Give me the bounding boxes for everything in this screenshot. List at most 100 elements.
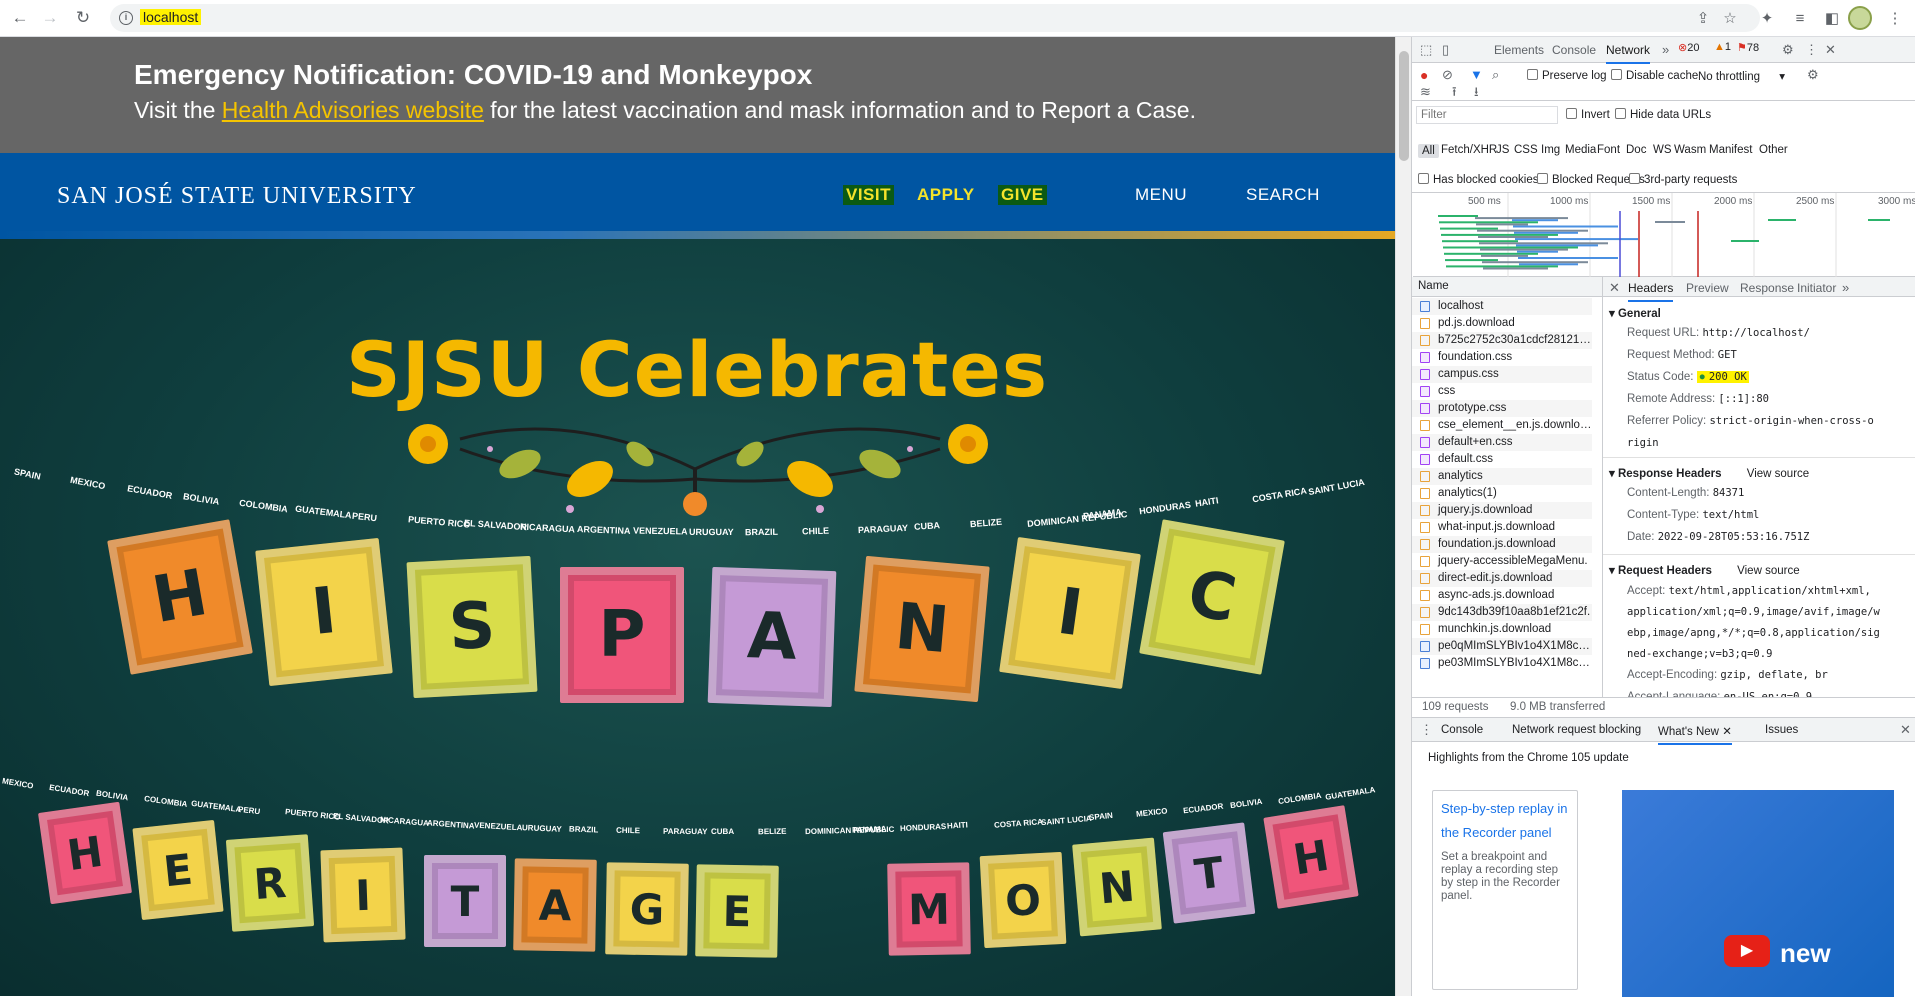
request-row[interactable]: foundation.js.download (1412, 536, 1592, 553)
request-row[interactable]: prototype.css (1412, 400, 1592, 417)
visit-link[interactable]: VISIT (843, 185, 895, 205)
type-filter-wasm[interactable]: Wasm (1674, 144, 1706, 156)
tab-network[interactable]: Network (1606, 43, 1651, 64)
blocked-requests-box[interactable] (1537, 173, 1548, 184)
request-row[interactable]: pe0qMImSLYBIv1o4X1M8cce. (1412, 638, 1592, 655)
request-row[interactable]: localhost (1412, 298, 1592, 315)
request-headers-section-header[interactable]: ▾ Request Headers View source (1609, 563, 1800, 577)
general-section-header[interactable]: ▾ General (1609, 306, 1661, 320)
hide-data-urls-checkbox[interactable]: Hide data URLs (1615, 108, 1711, 121)
type-filter-fetchxhr[interactable]: Fetch/XHR (1441, 144, 1497, 156)
error-count-badge[interactable]: ⊗20 (1678, 41, 1699, 54)
drawer-tab-issues[interactable]: Issues (1765, 724, 1798, 736)
side-panel-icon[interactable]: ◧ (1822, 9, 1842, 29)
page-scrollbar-thumb[interactable] (1399, 51, 1409, 161)
request-row[interactable]: direct-edit.js.download (1412, 570, 1592, 587)
tab-response[interactable]: Response (1740, 281, 1794, 295)
apply-link[interactable]: APPLY (917, 185, 975, 205)
issues-count-badge[interactable]: ⚑78 (1737, 41, 1759, 54)
search-button[interactable]: SEARCH (1246, 185, 1320, 205)
info-icon[interactable]: i (119, 11, 133, 25)
type-filter-other[interactable]: Other (1759, 144, 1788, 156)
request-row[interactable]: cse_element__en.js.download (1412, 417, 1592, 434)
request-row[interactable]: campus.css (1412, 366, 1592, 383)
type-filter-css[interactable]: CSS (1514, 144, 1538, 156)
request-row[interactable]: what-input.js.download (1412, 519, 1592, 536)
type-filter-img[interactable]: Img (1541, 144, 1560, 156)
drawer-tab-whats-new[interactable]: What's New ✕ (1658, 724, 1732, 745)
more-tabs-icon[interactable]: » (1662, 43, 1669, 57)
preserve-log-box[interactable] (1527, 69, 1538, 80)
filter-input[interactable] (1416, 106, 1558, 124)
response-headers-section-header[interactable]: ▾ Response Headers View source (1609, 466, 1809, 480)
devtools-menu-icon[interactable]: ⋮ (1805, 43, 1818, 57)
drawer-tab-console[interactable]: Console (1441, 724, 1483, 736)
settings-gear-icon[interactable]: ⚙ (1782, 43, 1794, 57)
profile-avatar[interactable] (1848, 6, 1872, 30)
third-party-checkbox[interactable]: 3rd-party requests (1629, 173, 1737, 186)
device-toolbar-icon[interactable]: ▯ (1442, 43, 1449, 57)
whats-new-video-thumbnail[interactable]: ▶ new (1622, 790, 1894, 997)
request-row[interactable]: foundation.css (1412, 349, 1592, 366)
request-row[interactable]: pe03MImSLYBIv1o4X1M8cc9i (1412, 655, 1592, 672)
network-timeline-overview[interactable]: 500 ms 1000 ms 1500 ms 2000 ms 2500 ms 3000 m… (1413, 193, 1915, 277)
response-view-source-link[interactable]: View source (1747, 468, 1809, 480)
filter-funnel-icon[interactable]: ▼ (1470, 68, 1483, 82)
reading-list-icon[interactable]: ≡ (1790, 9, 1810, 29)
request-row[interactable]: default.css (1412, 451, 1592, 468)
clear-icon[interactable]: ⊘ (1442, 68, 1453, 82)
type-filter-ws[interactable]: WS (1653, 144, 1672, 156)
hide-data-urls-box[interactable] (1615, 108, 1626, 119)
type-filter-manifest[interactable]: Manifest (1709, 144, 1752, 156)
request-row[interactable]: b725c2752c30a1cdcf28121af. (1412, 332, 1592, 349)
inspect-element-icon[interactable]: ⬚ (1420, 43, 1432, 57)
import-har-icon[interactable]: ⭱ (1452, 85, 1457, 99)
recorder-replay-link[interactable]: Step-by-step replay in the Recorder pane… (1441, 797, 1569, 845)
preserve-log-checkbox[interactable]: Preserve log (1527, 69, 1607, 82)
drawer-tab-request-blocking[interactable]: Network request blocking (1512, 724, 1641, 736)
request-row[interactable]: 9dc143db39f10aa8b1ef21c2f. (1412, 604, 1592, 621)
invert-box[interactable] (1566, 108, 1577, 119)
type-filter-media[interactable]: Media (1565, 144, 1596, 156)
third-party-box[interactable] (1629, 173, 1640, 184)
tab-preview[interactable]: Preview (1686, 281, 1729, 295)
page-scrollbar[interactable] (1395, 37, 1411, 996)
request-row[interactable]: analytics(1) (1412, 485, 1592, 502)
throttling-select[interactable]: No throttling ▾ (1698, 69, 1785, 83)
tab-elements[interactable]: Elements (1494, 43, 1544, 57)
bookmark-star-icon[interactable]: ☆ (1720, 9, 1740, 29)
request-row[interactable]: async-ads.js.download (1412, 587, 1592, 604)
network-settings-icon[interactable]: ⚙ (1807, 68, 1819, 82)
reload-icon[interactable]: ↻ (72, 8, 94, 30)
more-detail-tabs-icon[interactable]: » (1842, 281, 1849, 295)
name-column-header[interactable]: Name (1412, 277, 1602, 297)
share-icon[interactable]: ⇪ (1693, 9, 1713, 29)
has-blocked-cookies-checkbox[interactable]: Has blocked cookies (1418, 173, 1538, 186)
extensions-icon[interactable]: ✦ (1757, 9, 1777, 29)
university-logo[interactable]: SAN JOSÉ STATE UNIVERSITY (57, 183, 417, 210)
tab-headers[interactable]: Headers (1628, 281, 1674, 302)
network-conditions-icon[interactable]: ≋ (1420, 85, 1431, 99)
youtube-play-icon[interactable]: ▶ (1724, 935, 1770, 967)
invert-checkbox[interactable]: Invert (1566, 108, 1610, 121)
type-filter-font[interactable]: Font (1597, 144, 1620, 156)
tab-console[interactable]: Console (1552, 43, 1596, 57)
close-devtools-icon[interactable]: ✕ (1825, 43, 1836, 57)
url-text[interactable]: localhost (140, 9, 202, 25)
give-link[interactable]: GIVE (998, 185, 1047, 205)
request-row[interactable]: jquery-accessibleMegaMenu. (1412, 553, 1592, 570)
health-advisories-link[interactable]: Health Advisories website (222, 97, 484, 123)
has-blocked-cookies-box[interactable] (1418, 173, 1429, 184)
disable-cache-box[interactable] (1611, 69, 1622, 80)
record-icon[interactable]: ● (1420, 68, 1428, 82)
close-detail-icon[interactable]: ✕ (1609, 281, 1620, 295)
close-drawer-icon[interactable]: ✕ (1900, 723, 1911, 737)
back-icon[interactable]: ← (9, 8, 31, 30)
warning-count-badge[interactable]: ▲1 (1714, 41, 1731, 53)
type-filter-doc[interactable]: Doc (1626, 144, 1646, 156)
request-row[interactable]: css (1412, 383, 1592, 400)
request-row[interactable]: default+en.css (1412, 434, 1592, 451)
request-view-source-link[interactable]: View source (1737, 565, 1799, 577)
type-filter-all[interactable]: All (1418, 144, 1439, 158)
type-filter-js[interactable]: JS (1496, 144, 1509, 156)
